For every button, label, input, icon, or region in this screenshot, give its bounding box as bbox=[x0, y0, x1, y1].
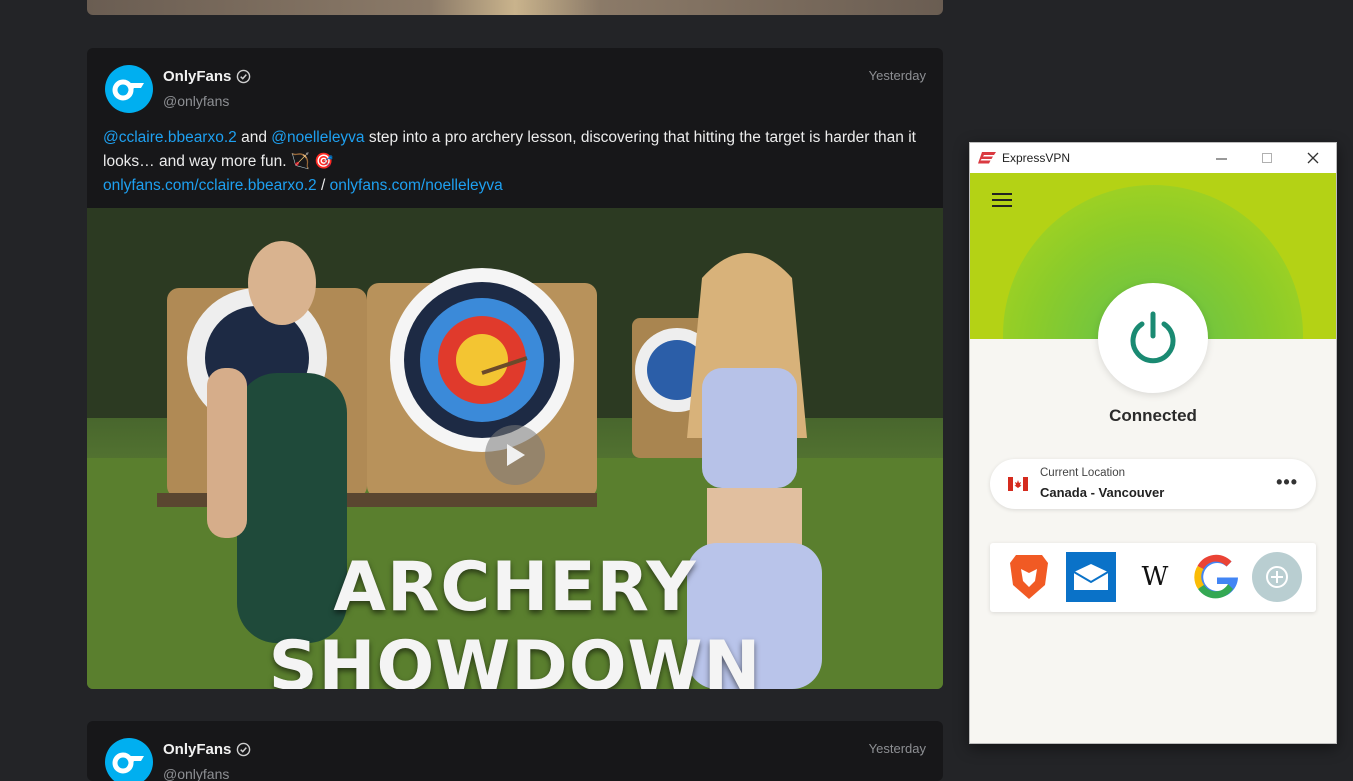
brave-icon bbox=[1010, 555, 1048, 599]
location-label: Current Location bbox=[1040, 467, 1126, 479]
google-icon bbox=[1194, 554, 1238, 599]
author-handle[interactable]: @onlyfans bbox=[163, 93, 229, 109]
close-button[interactable] bbox=[1290, 143, 1336, 173]
menu-icon[interactable] bbox=[992, 193, 1012, 211]
profile-link[interactable]: onlyfans.com/cclaire.bbearxo.2 bbox=[103, 177, 317, 194]
wikipedia-shortcut[interactable]: W bbox=[1130, 552, 1180, 602]
wikipedia-icon: W bbox=[1141, 562, 1169, 592]
expressvpn-logo-icon bbox=[978, 152, 996, 164]
author-name-text[interactable]: OnlyFans bbox=[163, 68, 231, 85]
post-time[interactable]: Yesterday bbox=[869, 741, 926, 756]
add-shortcut-button[interactable] bbox=[1252, 552, 1302, 602]
author-name[interactable]: OnlyFans bbox=[163, 68, 251, 85]
location-selector[interactable]: Current Location Canada - Vancouver ••• bbox=[990, 459, 1316, 509]
mention-link[interactable]: @cclaire.bbearxo.2 bbox=[103, 129, 237, 146]
verified-badge-icon bbox=[237, 742, 251, 757]
app-shortcuts: W bbox=[990, 543, 1316, 612]
window-title: ExpressVPN bbox=[1002, 151, 1071, 165]
canada-flag-icon bbox=[1008, 477, 1028, 491]
profile-link[interactable]: onlyfans.com/noelleleyva bbox=[330, 177, 503, 194]
feed-post: OnlyFans @onlyfans Yesterday @cclaire.bb… bbox=[87, 48, 943, 689]
window-titlebar[interactable]: ExpressVPN bbox=[970, 143, 1336, 173]
video-title-overlay: ARCHERY SHOWDOWN bbox=[268, 548, 762, 689]
previous-post-image[interactable] bbox=[87, 0, 943, 15]
more-options-icon[interactable]: ••• bbox=[1276, 472, 1298, 493]
maximize-icon bbox=[1262, 153, 1272, 163]
feed-post: OnlyFans @onlyfans Yesterday bbox=[87, 721, 943, 781]
location-value: Canada - Vancouver bbox=[1040, 485, 1165, 500]
video-thumbnail[interactable]: ARCHERY SHOWDOWN bbox=[87, 208, 943, 689]
avatar[interactable] bbox=[105, 738, 153, 781]
link-separator: / bbox=[316, 177, 330, 194]
author-name-text[interactable]: OnlyFans bbox=[163, 741, 231, 758]
mail-shortcut[interactable] bbox=[1066, 552, 1116, 602]
onlyfans-logo-icon bbox=[112, 79, 144, 101]
post-text: @cclaire.bbearxo.2 and @noelleleyva step… bbox=[103, 126, 933, 198]
connection-status: Connected bbox=[1109, 406, 1197, 425]
author-name[interactable]: OnlyFans bbox=[163, 741, 251, 758]
close-icon bbox=[1307, 152, 1319, 164]
mention-link[interactable]: @noelleleyva bbox=[271, 129, 364, 146]
play-icon bbox=[507, 444, 525, 466]
play-button[interactable] bbox=[485, 425, 545, 485]
avatar[interactable] bbox=[105, 65, 153, 113]
minimize-button[interactable] bbox=[1198, 143, 1244, 173]
maximize-button[interactable] bbox=[1244, 143, 1290, 173]
add-shortcut-icon bbox=[1252, 552, 1302, 602]
power-button[interactable] bbox=[1098, 283, 1208, 393]
mail-icon bbox=[1066, 552, 1116, 602]
power-icon bbox=[1130, 311, 1176, 364]
post-time[interactable]: Yesterday bbox=[869, 68, 926, 83]
google-shortcut[interactable] bbox=[1192, 552, 1242, 602]
expressvpn-window: ExpressVPN Connected Current Location Ca… bbox=[969, 142, 1337, 744]
onlyfans-logo-icon bbox=[112, 752, 144, 774]
brave-shortcut[interactable] bbox=[1004, 552, 1054, 602]
minimize-icon bbox=[1215, 158, 1227, 159]
verified-badge-icon bbox=[237, 69, 251, 84]
text-and: and bbox=[236, 129, 272, 146]
